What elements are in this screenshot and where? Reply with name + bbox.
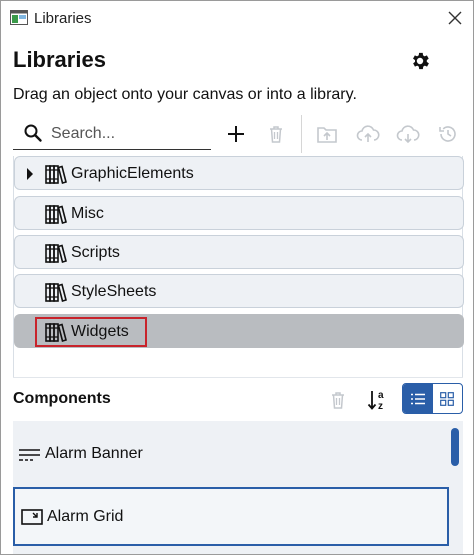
history-icon [439,126,456,142]
expand-caret-icon[interactable] [25,167,35,181]
gear-icon [413,52,429,70]
library-item-label: Widgets [71,323,129,340]
title-bar: Libraries [1,1,473,35]
search-box [13,118,211,150]
library-item-graphicelements[interactable]: GraphicElements [14,156,464,190]
library-books-icon [45,165,67,184]
grid-view-icon [440,391,455,406]
alarm-banner-icon [19,449,40,461]
components-title: Components [13,390,111,407]
close-button[interactable] [439,4,471,32]
svg-text:z: z [378,401,383,412]
component-item-label: Alarm Banner [45,445,143,462]
library-books-icon [45,283,67,302]
delete-icon [332,392,344,409]
delete-icon [270,126,282,143]
search-input[interactable] [51,122,207,146]
cloud-upload-icon [356,125,380,142]
section-divider [13,377,463,378]
upload-folder-icon [317,127,337,143]
delete-component-button[interactable] [325,386,351,414]
component-item-alarm-grid[interactable]: Alarm Grid [13,487,449,546]
view-mode-toggle [402,383,463,414]
library-item-label: Misc [71,205,104,222]
library-books-icon [45,244,67,263]
library-books-icon [45,323,67,342]
library-item-label: StyleSheets [71,283,157,300]
library-books-icon [45,205,67,224]
settings-button[interactable] [405,46,435,76]
delete-library-button[interactable] [261,119,291,149]
close-icon [448,11,462,25]
window-title: Libraries [34,10,92,27]
cloud-upload-button[interactable] [353,119,383,149]
svg-text:a: a [378,390,384,401]
library-item-widgets[interactable]: Widgets [14,314,464,348]
library-item-stylesheets[interactable]: StyleSheets [14,274,464,308]
sort-alpha-icon: a z [367,390,384,412]
list-view-button[interactable] [403,384,433,413]
add-icon [228,126,244,142]
instructions-text: Drag an object onto your canvas or into … [13,86,357,103]
history-button[interactable] [433,119,463,149]
cloud-download-icon [396,125,420,144]
alarm-grid-icon [21,509,43,525]
libraries-window: Libraries Libraries Drag an object onto … [0,0,474,555]
add-library-button[interactable] [221,119,251,149]
scrollbar-thumb[interactable] [451,428,459,466]
search-icon [24,124,42,142]
library-item-misc[interactable]: Misc [14,196,464,230]
grid-view-button[interactable] [433,384,463,413]
upload-folder-button[interactable] [312,119,342,149]
component-item-label: Alarm Grid [47,508,124,525]
cloud-download-button[interactable] [393,119,423,149]
components-list: Alarm Banner Alarm Grid [13,421,463,554]
sort-button[interactable]: a z [363,385,393,415]
library-list: GraphicElements Misc Scripts StyleSheets… [13,156,464,378]
library-item-label: GraphicElements [71,165,194,182]
toolbar-separator [301,115,302,153]
component-item-alarm-banner[interactable]: Alarm Banner [13,435,449,473]
library-item-scripts[interactable]: Scripts [14,235,464,269]
page-title: Libraries [13,47,106,72]
library-item-label: Scripts [71,244,120,261]
app-icon [10,10,28,25]
list-view-icon [410,393,425,404]
